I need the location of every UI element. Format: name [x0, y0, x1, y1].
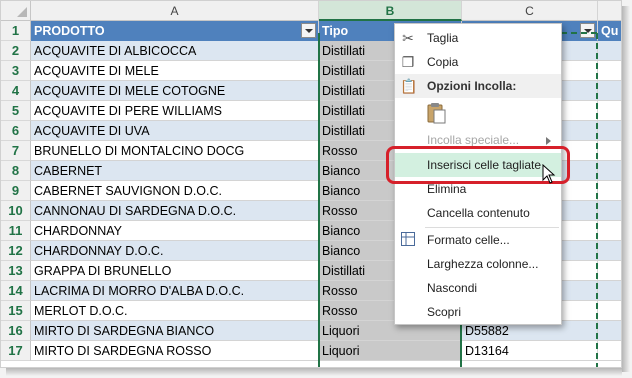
table-header-cell[interactable]: Qu — [598, 21, 621, 41]
menu-item-unhide-label: Scopri — [427, 305, 462, 319]
column-header-d[interactable] — [598, 1, 621, 21]
cell-prodotto[interactable]: GRAPPA DI BRUNELLO — [31, 261, 319, 281]
format-cells-icon — [400, 232, 416, 248]
window-shadow-right — [622, 6, 630, 372]
row-header[interactable]: 11 — [1, 221, 31, 241]
spreadsheet-window: A B C 1 PRODOTTO Tipo Qu 2 ACQUAVITE DI ALBIC… — [0, 0, 622, 368]
cell-quantita[interactable] — [598, 41, 621, 61]
cell-quantita[interactable] — [598, 101, 621, 121]
select-all-triangle-icon — [17, 7, 27, 17]
cell-prodotto[interactable]: CHARDONNAY — [31, 221, 319, 241]
cell-prodotto[interactable]: CHARDONNAY D.O.C. — [31, 241, 319, 261]
row-header[interactable]: 16 — [1, 321, 31, 341]
filter-dropdown-icon[interactable] — [301, 23, 316, 38]
cell-tipo[interactable]: Liquori — [319, 341, 462, 361]
cell-quantita[interactable] — [598, 121, 621, 141]
clipboard-icon: 📋 — [400, 78, 418, 94]
cut-marquee-right — [596, 33, 598, 367]
cell-quantita[interactable] — [598, 341, 621, 361]
cell-quantita[interactable] — [598, 221, 621, 241]
cell-quantita[interactable] — [598, 261, 621, 281]
cell-prodotto[interactable]: MIRTO DI SARDEGNA ROSSO — [31, 341, 319, 361]
row-header[interactable]: 14 — [1, 281, 31, 301]
row-header[interactable]: 9 — [1, 181, 31, 201]
cell-prodotto[interactable]: CABERNET SAUVIGNON D.O.C. — [31, 181, 319, 201]
cell-prodotto[interactable]: MIRTO DI SARDEGNA BIANCO — [31, 321, 319, 341]
cell-quantita[interactable] — [598, 201, 621, 221]
row-header[interactable]: 2 — [1, 41, 31, 61]
paste-option-button[interactable] — [427, 102, 447, 124]
cell-quantita[interactable] — [598, 181, 621, 201]
row-header[interactable]: 1 — [1, 21, 31, 41]
cell-quantita[interactable] — [598, 161, 621, 181]
cell-quantita[interactable] — [598, 61, 621, 81]
select-all-corner[interactable] — [1, 1, 31, 21]
menu-item-column-width-label: Larghezza colonne... — [427, 257, 539, 271]
menu-section-paste-options-label: Opzioni Incolla: — [427, 79, 517, 93]
filter-dropdown-icon[interactable] — [580, 23, 595, 38]
cell-quantita[interactable] — [598, 141, 621, 161]
cell-quantita[interactable] — [598, 81, 621, 101]
menu-item-clear-contents[interactable]: Cancella contenuto — [395, 201, 561, 225]
menu-item-paste-special-label: Incolla speciale... — [427, 133, 520, 147]
cell-prodotto[interactable]: LACRIMA DI MORRO D'ALBA D.O.C. — [31, 281, 319, 301]
menu-item-format-cells-label: Formato celle... — [427, 233, 510, 247]
menu-section-paste-options: 📋 Opzioni Incolla: — [395, 74, 561, 98]
cell-prodotto[interactable]: MERLOT D.O.C. — [31, 301, 319, 321]
table-header-label: Qu — [601, 24, 619, 38]
cell-prodotto[interactable]: BRUNELLO DI MONTALCINO DOCG — [31, 141, 319, 161]
cell-quantita[interactable] — [598, 241, 621, 261]
menu-item-delete-label: Elimina — [427, 182, 467, 196]
menu-item-hide-label: Nascondi — [427, 281, 478, 295]
column-header-a[interactable]: A — [31, 1, 319, 21]
cell-prodotto[interactable]: CANNONAU DI SARDEGNA D.O.C. — [31, 201, 319, 221]
cell-prodotto[interactable]: ACQUAVITE DI MELE — [31, 61, 319, 81]
menu-item-clear-contents-label: Cancella contenuto — [427, 206, 530, 220]
column-header-b[interactable]: B — [319, 1, 462, 21]
cell-prodotto[interactable]: CABERNET — [31, 161, 319, 181]
row-header[interactable]: 7 — [1, 141, 31, 161]
cell-prodotto[interactable]: ACQUAVITE DI ALBICOCCA — [31, 41, 319, 61]
row-header[interactable]: 10 — [1, 201, 31, 221]
menu-item-unhide[interactable]: Scopri — [395, 300, 561, 324]
row-header[interactable]: 3 — [1, 61, 31, 81]
table-header-label: Tipo — [322, 24, 349, 38]
row-header[interactable]: 8 — [1, 161, 31, 181]
row-header[interactable]: 4 — [1, 81, 31, 101]
cell-quantita[interactable] — [598, 301, 621, 321]
menu-item-cut-label: Taglia — [427, 31, 459, 45]
cell-prodotto[interactable]: ACQUAVITE DI UVA — [31, 121, 319, 141]
submenu-arrow-icon — [546, 137, 551, 145]
cell-quantita[interactable] — [598, 321, 621, 341]
cell-codice[interactable]: D13164 — [462, 341, 598, 361]
mouse-pointer-icon — [542, 164, 556, 184]
window-shadow-bottom — [6, 368, 622, 376]
row-header[interactable]: 12 — [1, 241, 31, 261]
table-header-cell[interactable]: PRODOTTO — [31, 21, 319, 41]
menu-item-copy-label: Copia — [427, 55, 459, 69]
column-header-c[interactable]: C — [462, 1, 598, 21]
row-header[interactable]: 5 — [1, 101, 31, 121]
menu-item-hide[interactable]: Nascondi — [395, 276, 561, 300]
paste-clipboard-icon — [427, 103, 446, 124]
row-header[interactable]: 13 — [1, 261, 31, 281]
scissors-icon: ✂ — [402, 30, 414, 46]
menu-item-copy[interactable]: ❐ Copia — [395, 50, 561, 74]
menu-item-format-cells[interactable]: Formato celle... — [395, 228, 561, 252]
cell-prodotto[interactable]: ACQUAVITE DI MELE COTOGNE — [31, 81, 319, 101]
copy-icon: ❐ — [401, 54, 415, 70]
row-header[interactable]: 17 — [1, 341, 31, 361]
menu-item-column-width[interactable]: Larghezza colonne... — [395, 252, 561, 276]
cell-quantita[interactable] — [598, 281, 621, 301]
row-header[interactable]: 15 — [1, 301, 31, 321]
row-header[interactable]: 6 — [1, 121, 31, 141]
cell-prodotto[interactable]: ACQUAVITE DI PERE WILLIAMS — [31, 101, 319, 121]
menu-item-cut[interactable]: ✂ Taglia — [395, 26, 561, 50]
table-header-label: PRODOTTO — [34, 24, 105, 38]
